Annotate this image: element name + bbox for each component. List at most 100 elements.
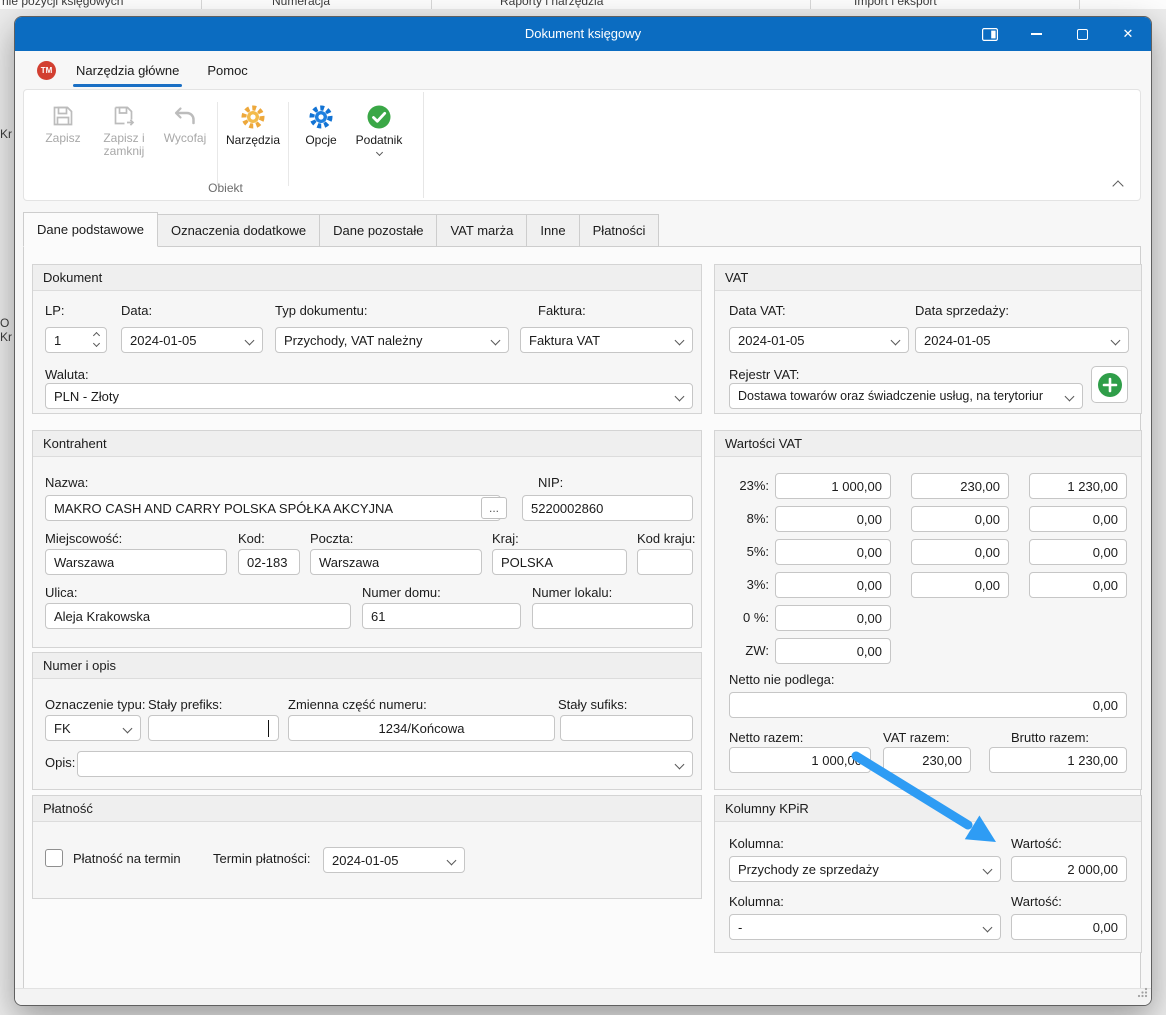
chevron-down-icon (675, 760, 685, 770)
close-button[interactable]: ✕ (1105, 17, 1151, 51)
kraj-input[interactable]: POLSKA (492, 549, 627, 575)
kolumna-2-label: Kolumna: (729, 894, 784, 909)
nip-input[interactable]: 5220002860 (522, 495, 693, 521)
netto-nie-podlega-input[interactable]: 0,00 (729, 692, 1127, 718)
numer-domu-label: Numer domu: (362, 585, 441, 600)
faktura-combobox[interactable]: Faktura VAT (520, 327, 693, 353)
opis-combobox[interactable] (77, 751, 693, 777)
data-vat-combobox[interactable]: 2024-01-05 (729, 327, 909, 353)
kontrahent-more-button[interactable]: ... (481, 497, 507, 519)
vat-8-brutto-input[interactable]: 0,00 (1029, 506, 1127, 532)
vat-8-label: 8%: (723, 511, 769, 526)
ribbon-group-obiekt: Zapisz Zapisz i zamknij Wycofaj (28, 92, 424, 198)
tab-dane-pozostale[interactable]: Dane pozostałe (319, 214, 437, 247)
zmienna-czesc-input[interactable]: 1234/Końcowa (288, 715, 555, 741)
staly-prefiks-label: Stały prefiks: (148, 697, 222, 712)
ribbon-group-label: Obiekt (28, 181, 423, 195)
group-kontrahent: Kontrahent Nazwa: NIP: MAKRO CASH AND CA… (32, 430, 702, 648)
wartosc-1-input[interactable]: 2 000,00 (1011, 856, 1127, 882)
vat-5-brutto-input[interactable]: 0,00 (1029, 539, 1127, 565)
chevron-down-icon (983, 923, 993, 933)
bg-tab-pozycje[interactable]: nie pozycji księgowych (2, 0, 123, 8)
vat-3-label: 3%: (723, 577, 769, 592)
narzedzia-button[interactable]: Narzędzia (221, 98, 285, 147)
staly-sufiks-input[interactable] (560, 715, 693, 741)
kod-kraju-input[interactable] (637, 549, 693, 575)
poczta-label: Poczta: (310, 531, 353, 546)
chevron-down-icon (891, 336, 901, 346)
vat-8-vat-input[interactable]: 0,00 (911, 506, 1009, 532)
netto-razem-input[interactable]: 1 000,00 (729, 747, 871, 773)
dock-pane-button[interactable] (967, 17, 1013, 51)
ribbon-tab-pomoc[interactable]: Pomoc (193, 51, 261, 89)
vat-3-netto-input[interactable]: 0,00 (775, 572, 891, 598)
vat-razem-input[interactable]: 230,00 (883, 747, 971, 773)
resize-grip[interactable] (1137, 985, 1148, 1003)
wycofaj-button[interactable]: Wycofaj (156, 98, 214, 145)
podatnik-button[interactable]: Podatnik (350, 98, 408, 155)
wartosc-2-input[interactable]: 0,00 (1011, 914, 1127, 940)
data-sprzedazy-combobox[interactable]: 2024-01-05 (915, 327, 1129, 353)
titlebar[interactable]: Dokument księgowy ✕ (15, 17, 1151, 51)
data-label: Data: (121, 303, 152, 318)
plus-icon (1097, 372, 1123, 398)
ulica-input[interactable]: Aleja Krakowska (45, 603, 351, 629)
vat-zw-netto-input[interactable]: 0,00 (775, 638, 891, 664)
ribbon-tab-narzedzia-glowne[interactable]: Narzędzia główne (62, 51, 193, 89)
poczta-input[interactable]: Warszawa (310, 549, 482, 575)
bg-tab-raporty[interactable]: Raporty i narzędzia (500, 0, 603, 8)
vat-8-netto-input[interactable]: 0,00 (775, 506, 891, 532)
vat-5-vat-input[interactable]: 0,00 (911, 539, 1009, 565)
numer-lokalu-input[interactable] (532, 603, 693, 629)
zapisz-button[interactable]: Zapisz (34, 98, 92, 145)
bg-fragment: Kr (0, 330, 13, 344)
group-kolumny-kpir: Kolumny KPiR Kolumna: Wartość: Przychody… (714, 795, 1142, 953)
vat-23-vat-input[interactable]: 230,00 (911, 473, 1009, 499)
vat-0-netto-input[interactable]: 0,00 (775, 605, 891, 631)
vat-23-brutto-input[interactable]: 1 230,00 (1029, 473, 1127, 499)
tab-dane-podstawowe[interactable]: Dane podstawowe (23, 212, 158, 247)
chevron-down-icon (447, 856, 457, 866)
spinner-arrows-icon[interactable] (94, 333, 99, 346)
termin-platnosci-combobox[interactable]: 2024-01-05 (323, 847, 465, 873)
nazwa-input[interactable]: MAKRO CASH AND CARRY POLSKA SPÓŁKA AKCYJ… (45, 495, 501, 521)
tab-oznaczenia-dodatkowe[interactable]: Oznaczenia dodatkowe (157, 214, 320, 247)
divider (810, 0, 811, 9)
bg-tab-numeracja[interactable]: Numeracja (272, 0, 330, 8)
staly-prefiks-input[interactable] (148, 715, 279, 741)
chevron-down-icon (675, 392, 685, 402)
tab-inne[interactable]: Inne (526, 214, 579, 247)
add-rejestr-button[interactable] (1091, 366, 1128, 403)
oznaczenie-typu-combobox[interactable]: FK (45, 715, 141, 741)
kolumna-2-combobox[interactable]: - (729, 914, 1001, 940)
group-numer-i-opis: Numer i opis Oznaczenie typu: Stały pref… (32, 652, 702, 790)
tab-vat-marza[interactable]: VAT marża (436, 214, 527, 247)
bg-fragment: O (0, 316, 13, 330)
kolumna-1-combobox[interactable]: Przychody ze sprzedaży (729, 856, 1001, 882)
platnosc-na-termin-checkbox[interactable] (45, 849, 63, 867)
kod-label: Kod: (238, 531, 265, 546)
waluta-combobox[interactable]: PLN - Złoty (45, 383, 693, 409)
vat-23-netto-input[interactable]: 1 000,00 (775, 473, 891, 499)
collapse-ribbon-button[interactable] (1114, 182, 1122, 190)
vat-3-vat-input[interactable]: 0,00 (911, 572, 1009, 598)
vat-5-netto-input[interactable]: 0,00 (775, 539, 891, 565)
bg-tab-import[interactable]: Import i eksport (854, 0, 937, 8)
numer-domu-input[interactable]: 61 (362, 603, 521, 629)
lp-spinner[interactable]: 1 (45, 327, 107, 353)
tab-platnosci[interactable]: Płatności (579, 214, 660, 247)
staly-sufiks-label: Stały sufiks: (558, 697, 627, 712)
rejestr-vat-combobox[interactable]: Dostawa towarów oraz świadczenie usług, … (729, 383, 1083, 409)
data-combobox[interactable]: 2024-01-05 (121, 327, 263, 353)
minimize-button[interactable] (1013, 17, 1059, 51)
maximize-button[interactable] (1059, 17, 1105, 51)
zapisz-i-zamknij-button[interactable]: Zapisz i zamknij (92, 98, 156, 158)
opcje-button[interactable]: Opcje (292, 98, 350, 147)
app-badge-icon[interactable]: TM (37, 61, 56, 80)
kod-input[interactable]: 02-183 (238, 549, 300, 575)
typ-dokumentu-combobox[interactable]: Przychody, VAT należny (275, 327, 509, 353)
group-wartosci-vat: Wartości VAT 23%: 1 000,00 230,00 1 230,… (714, 430, 1142, 790)
vat-3-brutto-input[interactable]: 0,00 (1029, 572, 1127, 598)
miejscowosc-input[interactable]: Warszawa (45, 549, 227, 575)
brutto-razem-input[interactable]: 1 230,00 (989, 747, 1127, 773)
